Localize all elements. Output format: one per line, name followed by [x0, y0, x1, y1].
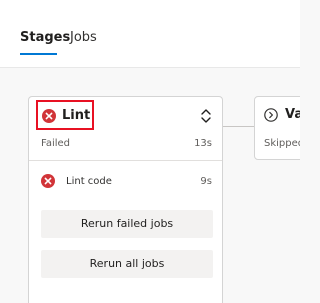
job-name: Lint code — [66, 176, 112, 187]
job-row-lint-code[interactable]: Lint code 9s — [29, 169, 222, 193]
error-circle-icon — [41, 174, 55, 188]
stage-status: Failed — [41, 138, 71, 149]
stage-connector — [223, 126, 254, 127]
stage-name: Lint — [62, 108, 91, 123]
tab-stages[interactable]: Stages — [20, 30, 70, 46]
pipeline-view: Stages Jobs Lint Failed 13s Lint code 9s… — [0, 0, 300, 303]
skipped-circle-icon — [264, 108, 278, 122]
stage-duration: 13s — [194, 138, 212, 149]
chevron-up-down-icon[interactable] — [199, 107, 213, 125]
next-stage-status: Skipped — [264, 138, 300, 149]
stage-card-next[interactable]: Val Skipped — [254, 96, 300, 160]
next-stage-name: Val — [285, 107, 300, 122]
tab-bar: Stages Jobs — [0, 0, 300, 68]
rerun-failed-jobs-button[interactable]: Rerun failed jobs — [41, 210, 213, 238]
job-duration: 9s — [200, 176, 212, 187]
divider — [29, 160, 222, 161]
stage-card-lint: Lint Failed 13s Lint code 9s Rerun faile… — [28, 96, 223, 303]
tab-jobs[interactable]: Jobs — [70, 30, 97, 46]
selected-tab-indicator — [20, 53, 57, 55]
error-circle-icon — [42, 109, 56, 123]
rerun-all-jobs-button[interactable]: Rerun all jobs — [41, 250, 213, 278]
